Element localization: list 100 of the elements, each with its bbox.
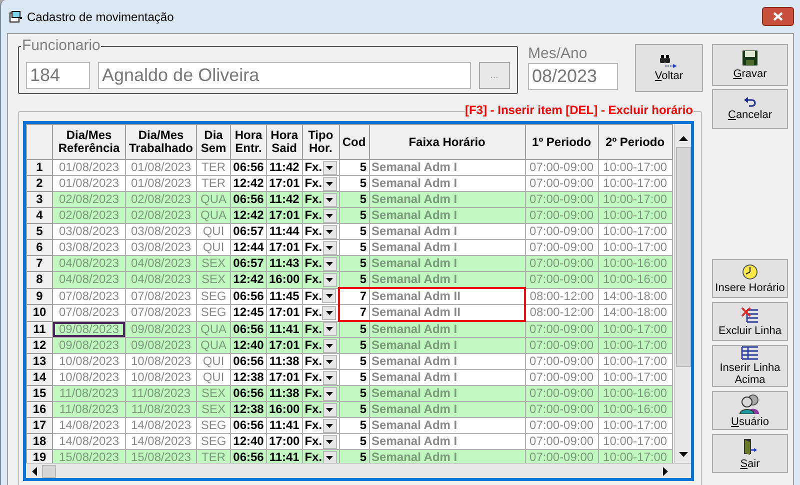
dropdown-arrow-icon	[326, 392, 334, 396]
table-cell: SEG	[196, 434, 230, 450]
column-header[interactable]: 2º Periodo	[598, 124, 672, 160]
row-number[interactable]: 18	[26, 434, 52, 450]
row-number[interactable]: 2	[26, 176, 52, 192]
schedule-type: Fx.	[304, 354, 322, 368]
row-number[interactable]: 19	[26, 450, 52, 463]
month-year-field[interactable]: 08/2023	[528, 63, 618, 90]
row-number[interactable]: 15	[26, 386, 52, 402]
employee-name-field[interactable]: Agnaldo de Oliveira	[98, 62, 471, 89]
dropdown-button[interactable]	[322, 160, 337, 174]
column-header[interactable]: Cod	[339, 124, 370, 160]
gravar-button[interactable]: Gravar	[712, 44, 788, 86]
dropdown-button[interactable]	[322, 256, 337, 270]
row-number[interactable]: 12	[26, 338, 52, 354]
table-cell: 11:45	[266, 288, 302, 304]
row-number[interactable]: 1	[26, 160, 52, 176]
table-cell: 10:00-17:00	[598, 160, 672, 176]
schedule-type: Fx.	[304, 256, 322, 270]
table-cell: 10/08/2023	[126, 370, 196, 386]
table-cell: 11:41	[266, 418, 302, 434]
row-number[interactable]: 8	[26, 272, 52, 288]
column-header[interactable]: Dia/Mes Referência	[52, 124, 126, 160]
table-cell: Semanal Adm I	[369, 256, 526, 272]
table-cell: 07:00-09:00	[525, 354, 598, 370]
table-cell: 5	[339, 256, 370, 272]
row-number[interactable]: 13	[26, 354, 52, 370]
row-number[interactable]: 4	[26, 208, 52, 224]
table-cell: 10/08/2023	[52, 354, 126, 370]
dropdown-button[interactable]	[322, 240, 337, 254]
column-header[interactable]: Dia/Mes Trabalhado	[126, 124, 196, 160]
row-number[interactable]: 16	[26, 402, 52, 418]
row-number[interactable]: 3	[26, 192, 52, 208]
exit-door-icon	[742, 438, 758, 456]
column-header[interactable]: Faixa Horário	[369, 124, 526, 160]
table-cell: 14:00-18:00	[598, 288, 672, 304]
table-cell: 07:00-09:00	[525, 240, 598, 256]
data-grid[interactable]	[23, 121, 694, 481]
dropdown-button[interactable]	[322, 354, 337, 368]
dropdown-button[interactable]	[322, 370, 337, 384]
row-number[interactable]: 14	[26, 370, 52, 386]
column-header[interactable]: Tipo Hor.	[302, 124, 340, 160]
column-header[interactable]: 1º Periodo	[525, 124, 598, 160]
users-button[interactable]: Usuário	[712, 391, 788, 430]
row-number[interactable]: 5	[26, 224, 52, 240]
row-number[interactable]: 10	[26, 304, 52, 321]
exit-button[interactable]: Sair	[712, 434, 788, 473]
row-number[interactable]: 9	[26, 288, 52, 304]
table-cell: 16:00	[266, 402, 302, 418]
row-number[interactable]: 11	[26, 321, 52, 338]
dropdown-button[interactable]	[322, 224, 337, 238]
schedule-type: Fx.	[304, 288, 322, 304]
table-cell: 15/08/2023	[126, 450, 196, 463]
table-cell: 10:00-17:00	[598, 434, 672, 450]
insert-row-button[interactable]: Inserir Linha Acima	[712, 345, 788, 387]
dropdown-button[interactable]	[322, 386, 337, 400]
row-number[interactable]: 7	[26, 256, 52, 272]
horizontal-scrollbar[interactable]	[26, 463, 691, 478]
clock-button[interactable]: Insere Horário	[712, 259, 788, 298]
table-cell: 7	[339, 304, 370, 321]
clock-icon	[742, 264, 758, 280]
dropdown-button[interactable]	[322, 272, 337, 287]
dropdown-button[interactable]	[322, 208, 337, 222]
dropdown-button[interactable]	[322, 192, 337, 206]
table-cell: 06:56	[230, 354, 266, 370]
column-header[interactable]: Hora Said	[266, 124, 302, 160]
vertical-scrollbar[interactable]	[674, 124, 691, 463]
close-button[interactable]	[762, 7, 794, 26]
dropdown-button[interactable]	[322, 418, 337, 432]
dropdown-button[interactable]	[322, 450, 337, 463]
delete-row-button[interactable]: Excluir Linha	[712, 302, 788, 341]
row-number[interactable]: 17	[26, 418, 52, 434]
scrollbar-thumb[interactable]	[676, 147, 690, 367]
dropdown-button[interactable]	[322, 338, 337, 352]
dropdown-button[interactable]	[322, 434, 337, 448]
employee-code-field[interactable]: 184	[26, 62, 90, 89]
dropdown-button[interactable]	[322, 289, 336, 304]
table-cell: 03/08/2023	[126, 240, 196, 256]
table-cell: 10:00-17:00	[598, 208, 672, 224]
table-cell: 11:41	[266, 450, 302, 463]
dropdown-arrow-icon	[326, 424, 334, 428]
table-cell: 5	[339, 386, 370, 402]
dropdown-button[interactable]	[322, 322, 337, 336]
table-cell: 07:00-09:00	[525, 450, 598, 463]
row-number[interactable]: 6	[26, 240, 52, 256]
table-cell: 12:40	[230, 434, 266, 450]
dropdown-button[interactable]	[322, 402, 337, 416]
column-header[interactable]: Hora Entr.	[230, 124, 266, 160]
dropdown-button[interactable]	[322, 176, 337, 190]
table-cell: QUI	[196, 354, 230, 370]
column-header[interactable]: Dia Sem	[196, 124, 230, 160]
dropdown-arrow-icon	[326, 376, 334, 380]
voltar-button[interactable]: Voltar	[635, 44, 703, 92]
dropdown-button[interactable]	[322, 306, 336, 320]
dropdown-arrow-icon	[326, 262, 334, 266]
scrollbar-thumb[interactable]	[42, 464, 56, 478]
table-cell: 07:00-09:00	[525, 192, 598, 208]
table-cell: 02/08/2023	[126, 208, 196, 224]
table-cell: 07:00-09:00	[525, 321, 598, 338]
cancelar-button[interactable]: Cancelar	[712, 89, 788, 129]
